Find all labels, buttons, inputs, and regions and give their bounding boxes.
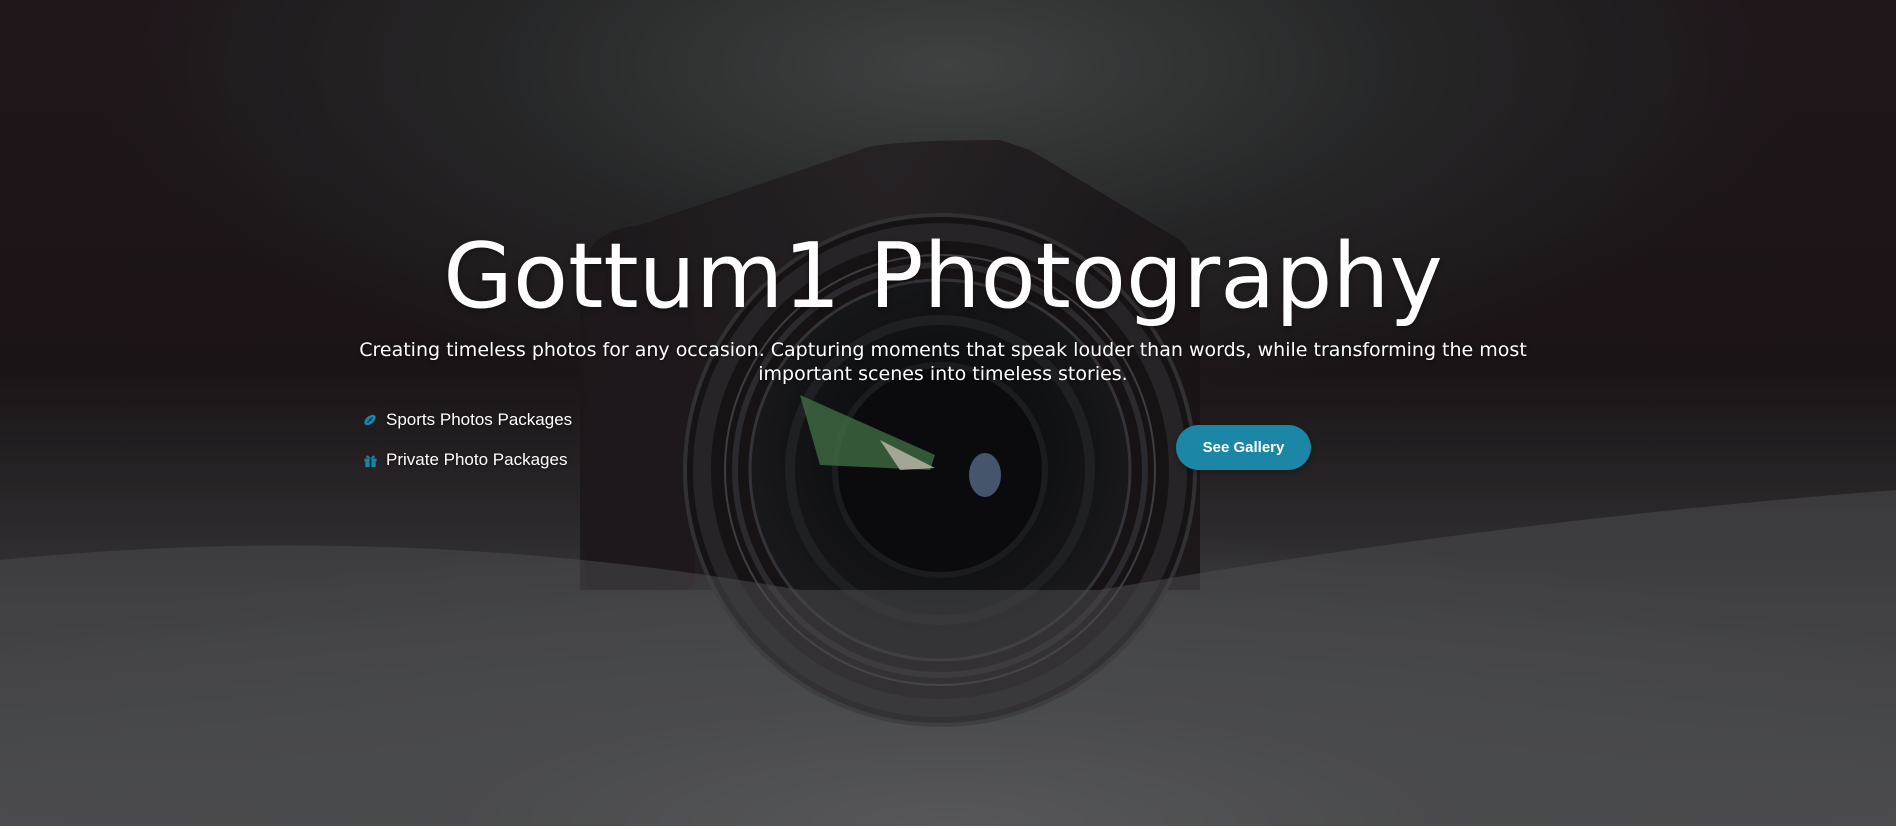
gift-icon xyxy=(362,452,378,468)
hero-section: Gottum1 Photography Creating timeless ph… xyxy=(0,0,1896,826)
page-title: Gottum1 Photography xyxy=(443,224,1443,330)
hero-subtitle: Creating timeless photos for any occasio… xyxy=(359,339,1527,385)
dark-overlay xyxy=(0,0,1896,826)
sports-packages-label: Sports Photos Packages xyxy=(386,410,573,429)
private-packages-link[interactable]: Private Photo Packages xyxy=(362,448,572,472)
sports-packages-link[interactable]: Sports Photos Packages xyxy=(362,408,572,432)
see-gallery-button[interactable]: See Gallery xyxy=(1176,425,1311,470)
private-packages-label: Private Photo Packages xyxy=(386,450,568,469)
packages-list: Sports Photos Packages Private Photo Pac… xyxy=(362,408,572,488)
football-icon xyxy=(362,412,378,428)
